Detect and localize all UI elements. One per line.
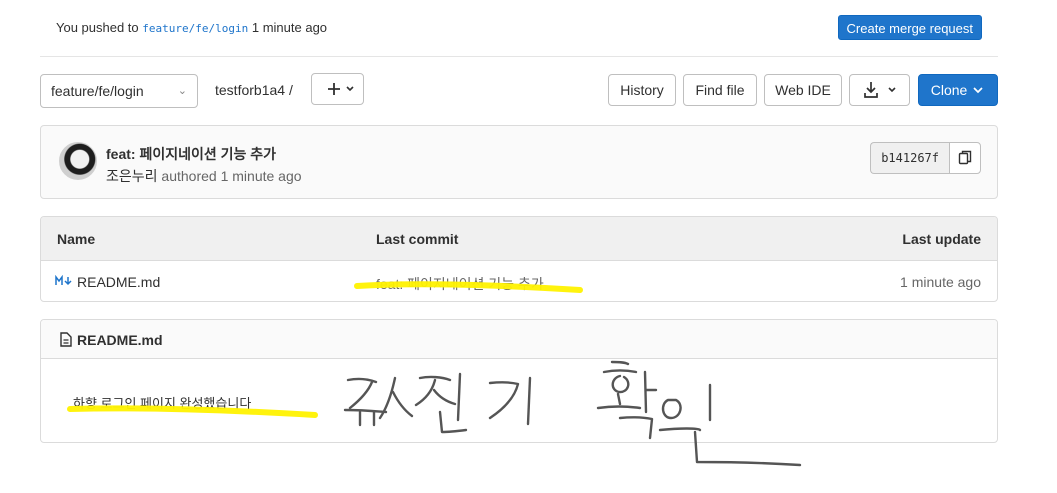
pushed-branch-link[interactable]: feature/fe/login (142, 22, 248, 35)
push-notification-banner: You pushed to feature/fe/login 1 minute … (40, 0, 998, 57)
add-file-dropdown-button[interactable] (311, 73, 364, 105)
clone-label: Clone (930, 82, 968, 98)
copy-sha-button[interactable] (949, 142, 981, 174)
push-time: 1 minute ago (251, 20, 328, 35)
branch-selector[interactable]: feature/fe/login ⌄ (40, 74, 198, 108)
readme-content: 하향 로그인 페이지 완성했습니다 (73, 396, 252, 411)
table-header: Name Last commit Last update (41, 217, 997, 261)
file-name-link[interactable]: README.md (77, 274, 160, 290)
push-message: You pushed to feature/fe/login 1 minute … (56, 20, 327, 35)
branch-selector-label: feature/fe/login (51, 83, 144, 99)
commit-title-link[interactable]: feat: 페이지네이션 기능 추가 (106, 144, 276, 164)
history-button[interactable]: History (608, 74, 676, 106)
readme-panel: README.md 하향 로그인 페이지 완성했습니다 (40, 319, 998, 443)
copy-icon (958, 150, 972, 165)
clone-dropdown-button[interactable]: Clone (918, 74, 998, 106)
file-icon (60, 332, 72, 347)
commit-sha[interactable]: b141267f (870, 142, 949, 174)
last-commit-panel: feat: 페이지네이션 기능 추가 조은누리 authored 1 minut… (40, 125, 998, 199)
readme-header: README.md (41, 320, 997, 359)
chevron-down-icon: ⌄ (177, 85, 187, 97)
column-header-last-commit: Last commit (376, 231, 459, 247)
web-ide-button[interactable]: Web IDE (764, 74, 842, 106)
download-icon (863, 82, 896, 98)
plus-icon (327, 83, 354, 95)
file-tree-table: Name Last commit Last update README.md f… (40, 216, 998, 302)
column-header-name: Name (57, 231, 96, 247)
row-commit-message-link[interactable]: feat: 페이지네이션 기능 추가 (376, 274, 544, 294)
markdown-file-icon (55, 275, 72, 286)
author-avatar[interactable] (59, 142, 97, 180)
breadcrumb[interactable]: testforb1a4 / (215, 82, 293, 98)
commit-authored-time: authored 1 minute ago (161, 168, 302, 184)
table-row: README.md feat: 페이지네이션 기능 추가 1 minute ag… (41, 261, 997, 301)
commit-author-link[interactable]: 조은누리 (106, 168, 158, 184)
row-last-update: 1 minute ago (900, 274, 981, 290)
readme-title[interactable]: README.md (77, 332, 163, 348)
push-prefix: You pushed to (56, 20, 139, 35)
create-merge-request-button[interactable]: Create merge request (837, 15, 982, 40)
find-file-button[interactable]: Find file (683, 74, 757, 106)
commit-meta: 조은누리 authored 1 minute ago (106, 166, 302, 186)
commit-sha-group: b141267f (870, 142, 981, 174)
chevron-down-icon (973, 87, 983, 94)
column-header-last-update: Last update (902, 231, 981, 247)
download-dropdown-button[interactable] (849, 74, 910, 106)
